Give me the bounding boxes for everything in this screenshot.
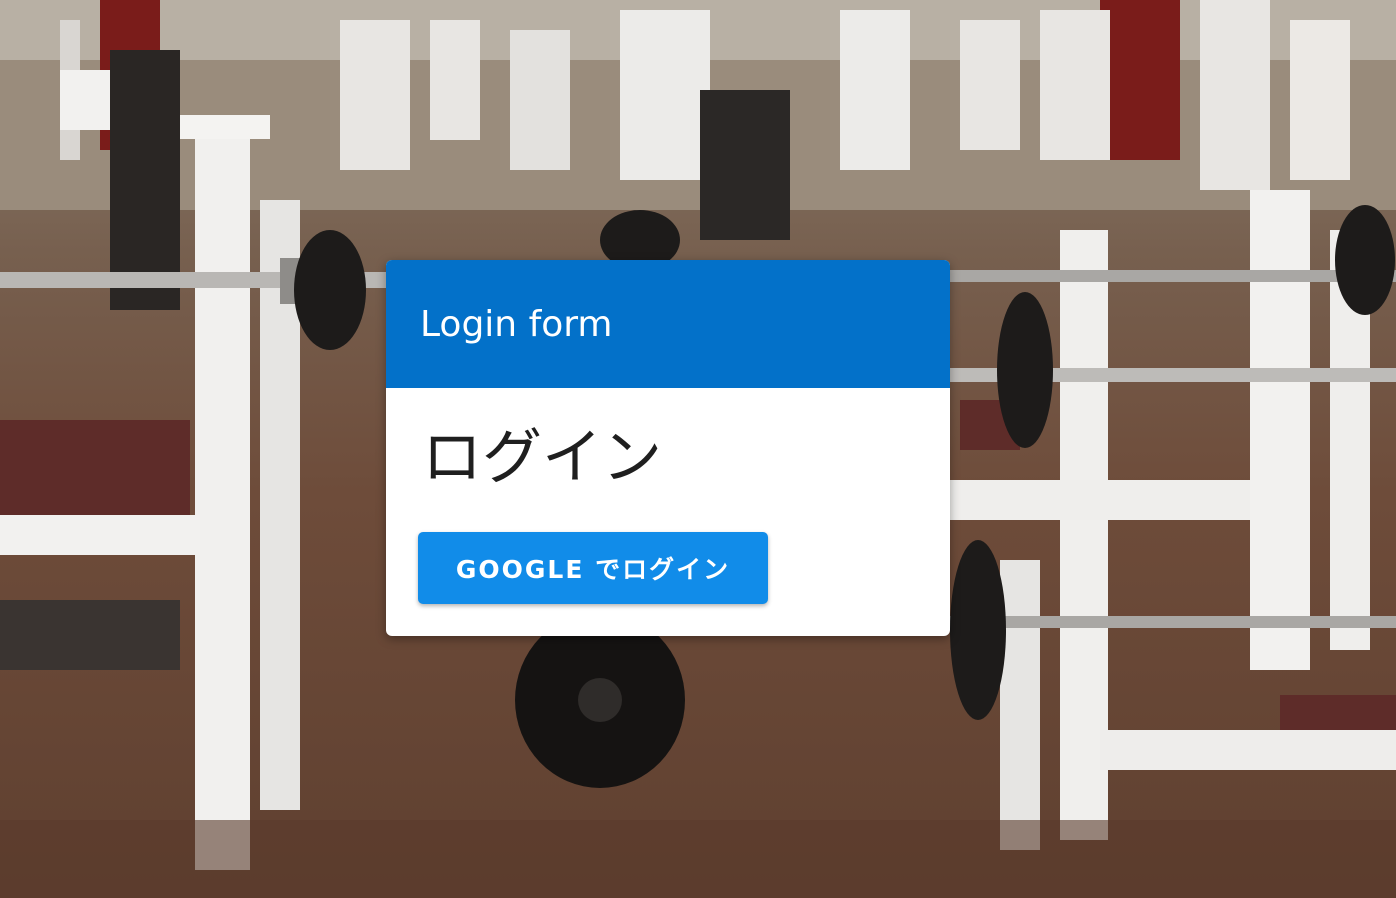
login-card-title: Login form: [420, 303, 613, 345]
login-card-header: Login form: [386, 260, 950, 388]
login-card: Login form ログイン GOOGLE でログイン: [386, 260, 950, 636]
google-login-button[interactable]: GOOGLE でログイン: [418, 532, 768, 604]
login-card-body: ログイン: [386, 388, 950, 494]
login-heading: ログイン: [422, 423, 662, 493]
